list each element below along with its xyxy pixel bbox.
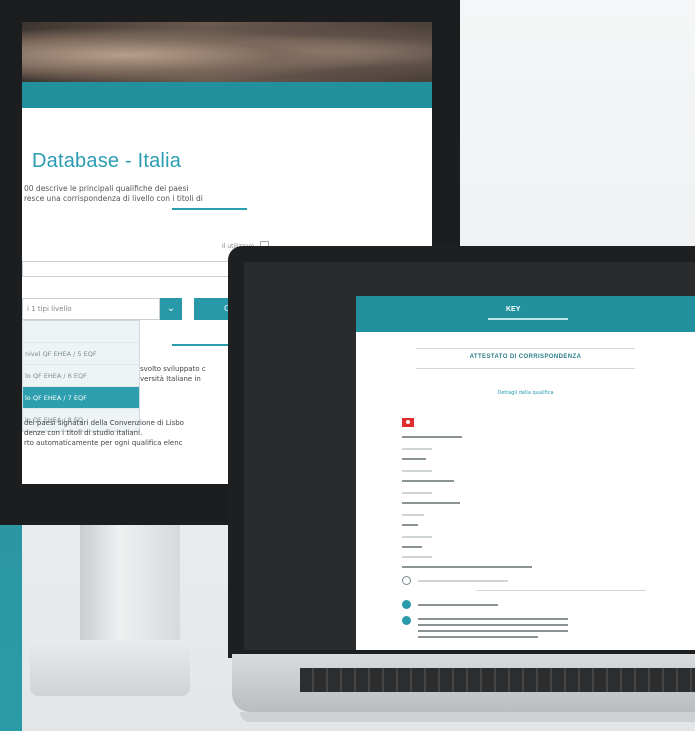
detail-line: [418, 618, 568, 620]
laptop-statusbar: [244, 262, 695, 270]
detail-line: [402, 492, 432, 494]
detail-line: [418, 630, 568, 632]
divider: [416, 348, 635, 349]
dropdown-option[interactable]: [23, 321, 139, 343]
divider: [476, 590, 646, 591]
site-nav-band: [22, 82, 432, 108]
section-heading: Dettagli della qualifica: [497, 390, 554, 396]
detail-line: [402, 556, 432, 558]
section-divider: [172, 208, 247, 210]
level-dropdown: nivel QF EHEA / 5 EQF lo QF EHEA / 6 EQF…: [22, 320, 140, 432]
intro-text: 00 descrive le principali qualifiche dei…: [24, 184, 203, 203]
detail-line: [418, 636, 538, 638]
info-icon[interactable]: [402, 576, 411, 585]
detail-line: [402, 458, 426, 460]
detail-line: [402, 566, 532, 568]
hero-photo: [22, 22, 432, 82]
turkey-flag-icon: [402, 418, 414, 427]
level-select[interactable]: i 1 tipi livello: [22, 298, 160, 320]
detail-line: [402, 436, 462, 438]
detail-line: [402, 480, 454, 482]
detail-line: [418, 604, 498, 606]
bullet-icon: [402, 616, 411, 625]
detail-line: [402, 546, 422, 548]
bullet-icon: [402, 600, 411, 609]
chevron-down-icon[interactable]: ⌄: [160, 298, 182, 320]
monitor-stand: [80, 525, 180, 645]
detail-line: [402, 524, 418, 526]
detail-line: [418, 580, 508, 582]
document-header: KEY: [356, 296, 695, 332]
detail-line: [418, 624, 568, 626]
laptop-keyboard: [300, 668, 695, 692]
certificate-document: KEY ATTESTATO DI CORRISPONDENZA Dettagli…: [356, 296, 695, 650]
divider: [416, 368, 635, 369]
logo: KEY: [506, 306, 521, 313]
logo-subtitle: [488, 318, 568, 320]
detail-line: [402, 502, 460, 504]
detail-line: [402, 536, 432, 538]
dropdown-option[interactable]: lo QF EHEA / 6 EQF: [23, 365, 139, 387]
monitor-base: [30, 640, 190, 696]
detail-line: [402, 514, 424, 516]
dropdown-option[interactable]: nivel QF EHEA / 5 EQF: [23, 343, 139, 365]
page-title: Database - Italia: [32, 150, 182, 172]
detail-line: [402, 448, 432, 450]
laptop-screen: KEY ATTESTATO DI CORRISPONDENZA Dettagli…: [244, 262, 695, 650]
search-input[interactable]: [22, 261, 250, 277]
dropdown-option-selected[interactable]: lo QF EHEA / 7 EQF: [23, 387, 139, 409]
laptop-shadow: [240, 712, 695, 722]
document-title: ATTESTATO DI CORRISPONDENZA: [469, 354, 582, 360]
detail-line: [402, 470, 432, 472]
